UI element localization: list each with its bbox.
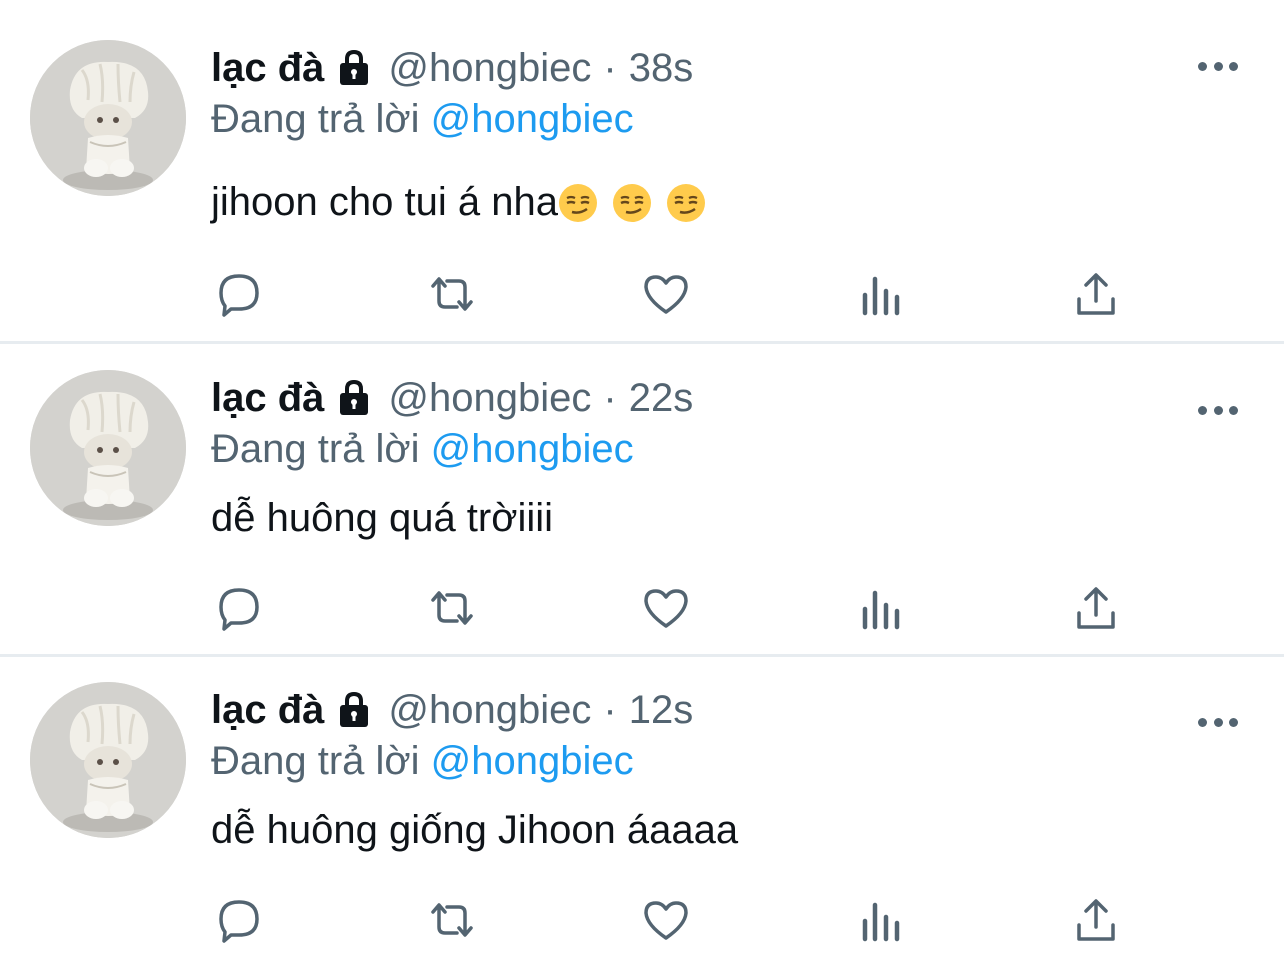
heart-icon [644,589,688,628]
share-button[interactable] [1068,892,1124,948]
like-button[interactable] [638,266,694,322]
user-handle[interactable]: @hongbiec [388,372,591,424]
tweet[interactable]: lạc đà @hongbiec · 38s Đang trả lời @hon… [0,0,1284,344]
reply-to-link[interactable]: @hongbiec [431,97,634,141]
tweet-header: lạc đà @hongbiec · 38s [211,42,1244,94]
analytics-button[interactable] [853,266,909,322]
lock-icon [334,378,374,418]
tweet-content: lạc đà @hongbiec · 22s Đang trả lời @hon… [211,372,1244,544]
separator-dot: · [603,46,617,90]
reply-button[interactable] [211,580,267,636]
reply-context: Đang trả lời @hongbiec [211,424,1244,474]
retweet-button[interactable] [424,580,480,636]
display-name[interactable]: lạc đà [211,372,324,424]
tweet-text-content: jihoon cho tui á nha [211,180,558,224]
avatar[interactable] [30,682,186,838]
tweet-header: lạc đà @hongbiec · 22s [211,372,1244,424]
retweet-button[interactable] [424,892,480,948]
timestamp[interactable]: 12s [629,684,694,736]
more-horizontal-icon [1229,61,1238,71]
lock-icon [334,48,374,88]
analytics-button[interactable] [853,580,909,636]
like-button[interactable] [638,892,694,948]
more-horizontal-icon [1213,61,1223,71]
timestamp[interactable]: 38s [629,42,694,94]
reply-button[interactable] [211,892,267,948]
tweet-text: jihoon cho tui á nha [211,176,1244,228]
reply-icon [219,274,259,317]
share-button[interactable] [1068,580,1124,636]
reply-context: Đang trả lời @hongbiec [211,94,1244,144]
smirking-face-emoji [558,184,597,222]
reply-prefix: Đang trả lời [211,739,420,783]
reply-button[interactable] [211,266,267,322]
separator-dot: · [603,688,617,732]
tweet[interactable]: lạc đà @hongbiec · 22s Đang trả lời @hon… [0,344,1284,657]
smirking-face-emoji [666,184,705,222]
avatar-figure-image [30,40,186,196]
reply-icon [219,900,259,943]
share-icon [1077,587,1115,629]
user-handle[interactable]: @hongbiec [388,684,591,736]
tweet-text: dễ huông quá trờiiii [211,496,554,540]
tweet[interactable]: lạc đà @hongbiec · 12s Đang trả lời @hon… [0,657,1284,961]
share-icon [1077,899,1115,941]
lock-icon [334,690,374,730]
reply-to-link[interactable]: @hongbiec [431,739,634,783]
tweet-text: dễ huông giống Jihoon áaaaa [211,808,739,852]
tweet-content: lạc đà @hongbiec · 38s Đang trả lời @hon… [211,42,1244,228]
reply-icon [219,588,259,631]
tweet-content: lạc đà @hongbiec · 12s Đang trả lời @hon… [211,684,1244,856]
more-horizontal-icon [1213,717,1223,727]
reply-prefix: Đang trả lời [211,427,420,471]
more-horizontal-icon [1213,405,1223,415]
timestamp[interactable]: 22s [629,372,694,424]
more-horizontal-icon [1198,717,1207,727]
retweet-icon [431,903,473,937]
retweet-icon [431,591,473,625]
avatar-figure-image [30,370,186,526]
more-options-button[interactable] [1198,56,1238,76]
separator-dot: · [603,376,617,420]
avatar-figure-image [30,682,186,838]
tweet-actions [211,266,1131,322]
like-button[interactable] [638,580,694,636]
analytics-icon [862,590,900,630]
retweet-icon [431,277,473,311]
reply-to-link[interactable]: @hongbiec [431,427,634,471]
reply-prefix: Đang trả lời [211,97,420,141]
share-icon [1077,273,1115,315]
avatar[interactable] [30,370,186,526]
tweet-actions [211,580,1131,636]
more-options-button[interactable] [1198,712,1238,732]
share-button[interactable] [1068,266,1124,322]
tweet-header: lạc đà @hongbiec · 12s [211,684,1244,736]
more-horizontal-icon [1229,405,1238,415]
analytics-icon [862,276,900,316]
user-handle[interactable]: @hongbiec [388,42,591,94]
smirking-face-emoji [612,184,651,222]
display-name[interactable]: lạc đà [211,684,324,736]
more-horizontal-icon [1198,405,1207,415]
tweet-actions [211,892,1131,948]
avatar[interactable] [30,40,186,196]
reply-context: Đang trả lời @hongbiec [211,736,1244,786]
display-name[interactable]: lạc đà [211,42,324,94]
analytics-icon [862,902,900,942]
more-horizontal-icon [1198,61,1207,71]
heart-icon [644,901,688,940]
retweet-button[interactable] [424,266,480,322]
more-horizontal-icon [1229,717,1238,727]
more-options-button[interactable] [1198,400,1238,420]
heart-icon [644,275,688,314]
analytics-button[interactable] [853,892,909,948]
